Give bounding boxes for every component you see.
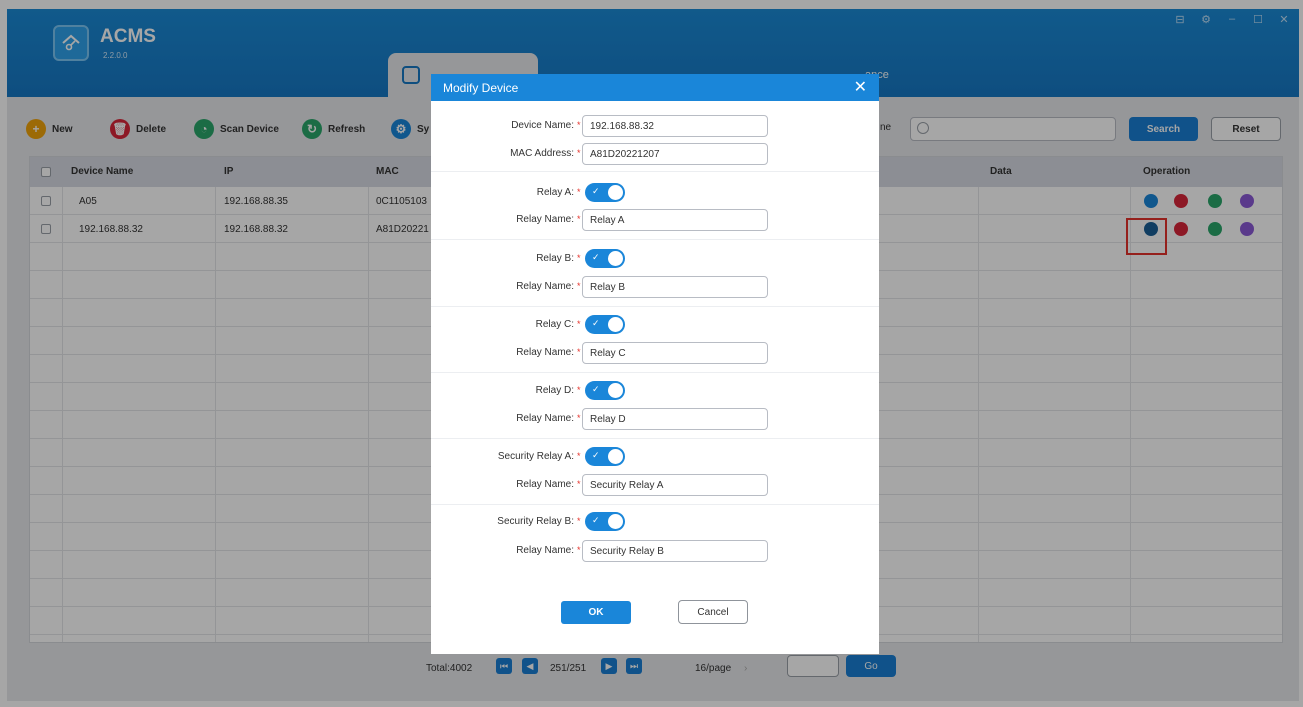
required-mark: * — [577, 479, 581, 489]
relay-d-toggle[interactable]: ✓ — [585, 381, 625, 400]
required-mark: * — [577, 148, 581, 158]
security-relay-a-toggle-row: Security Relay A: * ✓ — [431, 446, 879, 468]
required-mark: * — [577, 120, 581, 130]
check-icon: ✓ — [592, 318, 600, 328]
check-icon: ✓ — [592, 515, 600, 525]
required-mark: * — [577, 413, 581, 423]
check-icon: ✓ — [592, 252, 600, 262]
relay-name-label: Relay Name: — [516, 281, 574, 292]
relay-toggle-label: Security Relay B: — [497, 516, 574, 527]
mac-address-row: MAC Address: * A81D20221207 — [431, 143, 879, 165]
device-name-label: Device Name: — [511, 120, 574, 131]
device-name-row: Device Name: * 192.168.88.32 — [431, 115, 879, 137]
required-mark: * — [577, 545, 581, 555]
check-icon: ✓ — [592, 384, 600, 394]
required-mark: * — [577, 385, 581, 395]
required-mark: * — [577, 516, 581, 526]
relay-name-label: Relay Name: — [516, 413, 574, 424]
security-relay-a-name-field[interactable]: Security Relay A — [582, 474, 768, 496]
relay-d-name-row: Relay Name: * Relay D — [431, 408, 879, 430]
relay-toggle-label: Security Relay A: — [497, 451, 574, 462]
required-mark: * — [577, 187, 581, 197]
relay-a-toggle[interactable]: ✓ — [585, 183, 625, 202]
dialog-title: Modify Device — [443, 81, 519, 95]
device-name-field[interactable]: 192.168.88.32 — [582, 115, 768, 137]
security-relay-b-toggle-row: Security Relay B: * ✓ — [431, 511, 879, 533]
relay-b-name-row: Relay Name: * Relay B — [431, 276, 879, 298]
relay-a-name-field[interactable]: Relay A — [582, 209, 768, 231]
required-mark: * — [577, 451, 581, 461]
relay-name-label: Relay Name: — [516, 347, 574, 358]
relay-a-toggle-row: Relay A: * ✓ — [431, 182, 879, 204]
relay-name-label: Relay Name: — [516, 545, 574, 556]
relay-c-toggle-row: Relay C: * ✓ — [431, 314, 879, 336]
relay-name-label: Relay Name: — [516, 214, 574, 225]
cancel-button[interactable]: Cancel — [678, 600, 748, 624]
security-relay-b-name-field[interactable]: Security Relay B — [582, 540, 768, 562]
relay-b-name-field[interactable]: Relay B — [582, 276, 768, 298]
required-mark: * — [577, 281, 581, 291]
relay-toggle-label: Relay A: — [536, 187, 574, 198]
modify-device-dialog: Modify Device ✕ Device Name: * 192.168.8… — [431, 74, 879, 654]
mac-address-field[interactable]: A81D20221207 — [582, 143, 768, 165]
relay-c-name-field[interactable]: Relay C — [582, 342, 768, 364]
required-mark: * — [577, 253, 581, 263]
relay-name-label: Relay Name: — [516, 479, 574, 490]
required-mark: * — [577, 214, 581, 224]
check-icon: ✓ — [592, 186, 600, 196]
relay-toggle-label: Relay C: — [535, 319, 574, 330]
required-mark: * — [577, 347, 581, 357]
security-relay-a-name-row: Relay Name: * Security Relay A — [431, 474, 879, 496]
relay-toggle-label: Relay D: — [535, 385, 574, 396]
relay-d-toggle-row: Relay D: * ✓ — [431, 380, 879, 402]
mac-address-label: MAC Address: — [510, 148, 574, 159]
check-icon: ✓ — [592, 450, 600, 460]
relay-a-name-row: Relay Name: * Relay A — [431, 209, 879, 231]
relay-toggle-label: Relay B: — [536, 253, 574, 264]
relay-b-toggle-row: Relay B: * ✓ — [431, 248, 879, 270]
required-mark: * — [577, 319, 581, 329]
relay-b-toggle[interactable]: ✓ — [585, 249, 625, 268]
ok-button[interactable]: OK — [561, 601, 631, 624]
relay-c-name-row: Relay Name: * Relay C — [431, 342, 879, 364]
close-icon[interactable]: ✕ — [854, 77, 867, 97]
security-relay-b-toggle[interactable]: ✓ — [585, 512, 625, 531]
dialog-header: Modify Device ✕ — [431, 74, 879, 101]
relay-c-toggle[interactable]: ✓ — [585, 315, 625, 334]
relay-d-name-field[interactable]: Relay D — [582, 408, 768, 430]
security-relay-a-toggle[interactable]: ✓ — [585, 447, 625, 466]
security-relay-b-name-row: Relay Name: * Security Relay B — [431, 540, 879, 562]
